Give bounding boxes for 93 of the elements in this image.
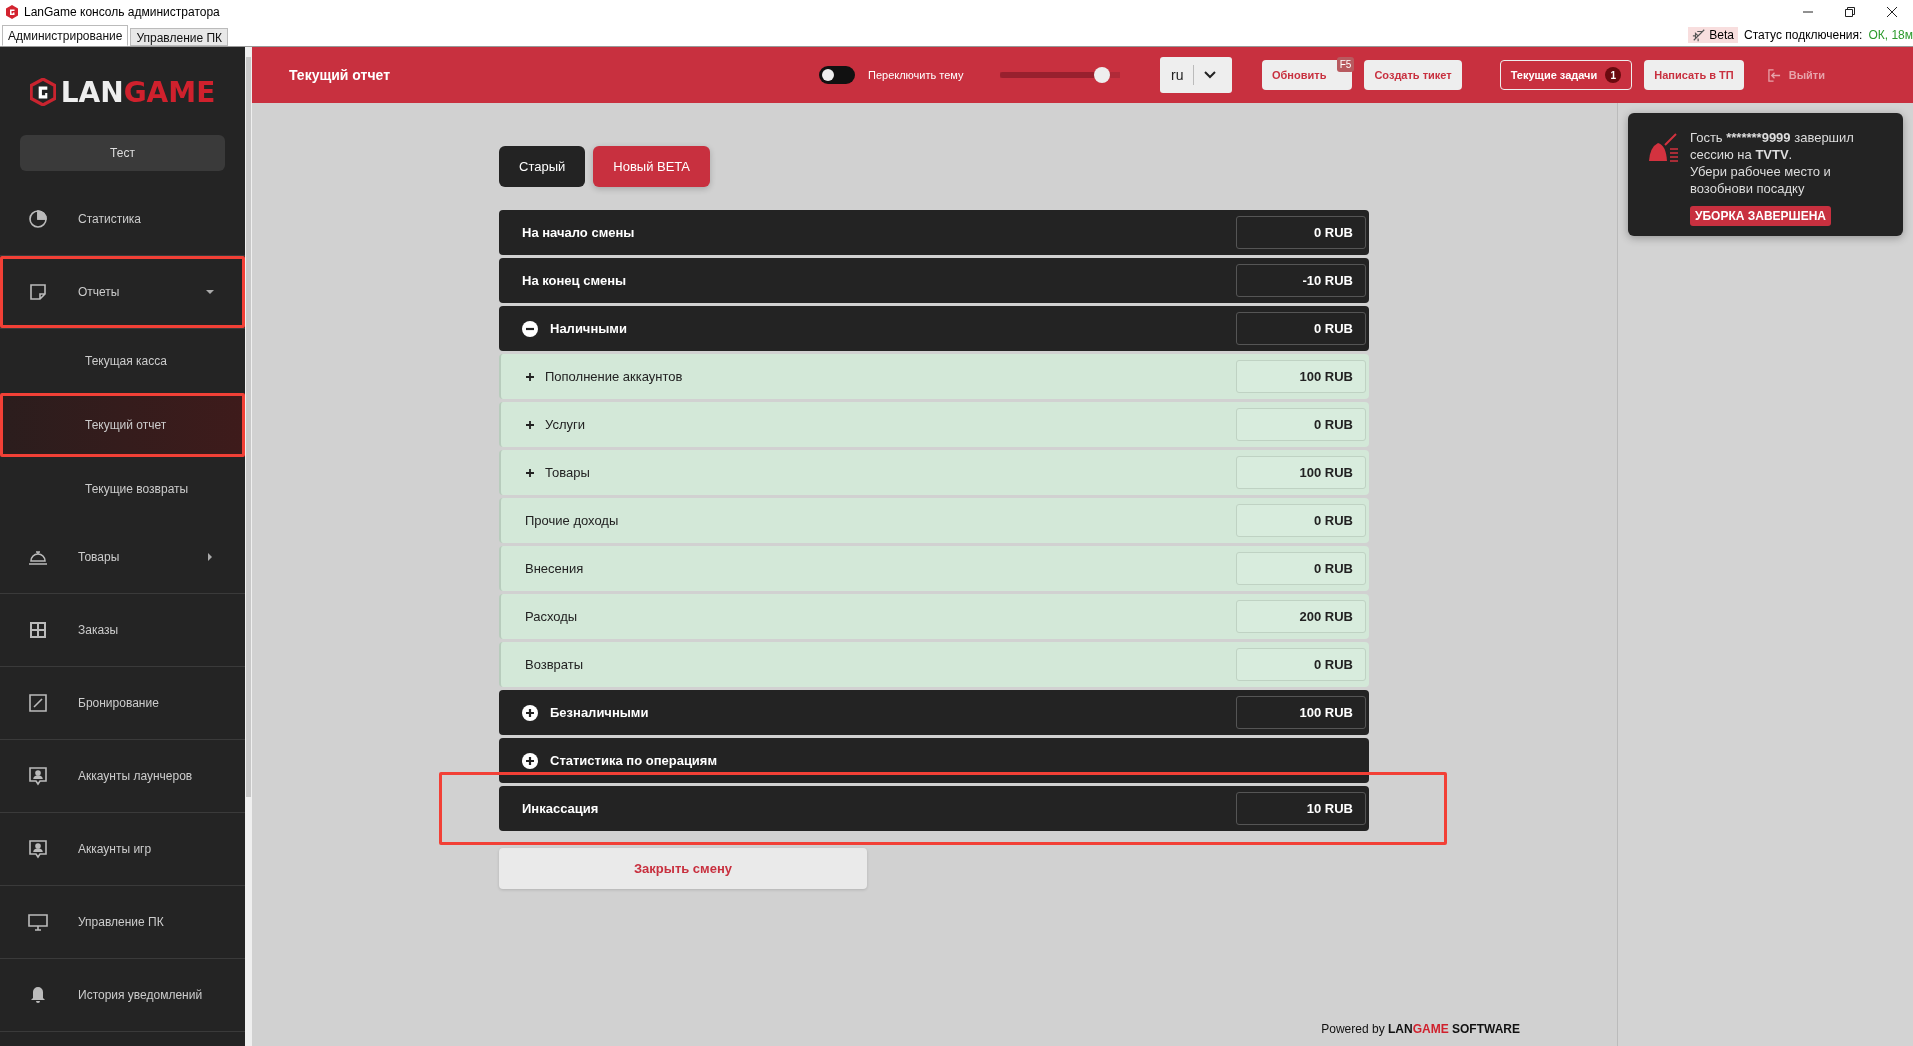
sidebar-label: Текущие возвраты: [85, 482, 189, 496]
note-icon: [28, 282, 48, 302]
header-button[interactable]: Обновить F5: [1262, 60, 1353, 90]
close-shift-button[interactable]: Закрыть смену: [499, 848, 867, 889]
scrollbar-thumb[interactable]: [246, 57, 251, 797]
app-tab[interactable]: Администрирование: [2, 25, 129, 46]
sidebar-label: История уведомлений: [78, 988, 203, 1002]
restore-icon[interactable]: [1845, 7, 1855, 17]
langame-logo: LANGAME: [0, 53, 245, 131]
row-label: Инкассация: [522, 801, 599, 816]
sidebar-label: Отчеты: [78, 285, 120, 299]
header-button[interactable]: Написать в ТП: [1644, 60, 1744, 90]
theme-toggle[interactable]: [819, 66, 855, 84]
row-label: На начало смены: [522, 225, 635, 240]
mode-tab[interactable]: Старый: [499, 146, 586, 187]
amount-field: 0 RUB: [1236, 408, 1366, 441]
person-icon: [28, 839, 48, 859]
amount-field: 10 RUB: [1236, 792, 1366, 825]
sidebar-subitem[interactable]: Текущая касса: [0, 329, 245, 393]
sidebar-label: Аккаунты лаунчеров: [78, 769, 193, 783]
sidebar-subitem[interactable]: Текущие возвраты: [0, 457, 245, 521]
sidebar-label: Управление ПК: [78, 915, 164, 929]
slider-thumb[interactable]: [1094, 67, 1110, 83]
row-label: Внесения: [525, 561, 584, 576]
plus-icon[interactable]: [525, 419, 535, 430]
mode-tab[interactable]: Новый BETA: [593, 146, 710, 187]
amount-field: 0 RUB: [1236, 552, 1366, 585]
powered-by-text: Powered by LANGAME SOFTWARE: [1321, 1022, 1520, 1036]
plus-icon[interactable]: [525, 467, 535, 478]
count-badge: 1: [1605, 67, 1622, 83]
cleanup-done-button[interactable]: УБОРКА ЗАВЕРШЕНА: [1690, 206, 1831, 226]
app-tab[interactable]: Управление ПК: [130, 28, 229, 46]
grid-icon: [28, 620, 48, 640]
status-label: Статус подключения:: [1744, 28, 1863, 42]
notification-text: Гость *******9999 завершил сессию на TVTV.: [1690, 129, 1855, 163]
amount-field: 100 RUB: [1236, 360, 1366, 393]
sidebar-label: Текущий отчет: [85, 418, 167, 432]
row-label: Расходы: [525, 609, 578, 624]
amount-field: -10 RUB: [1236, 264, 1366, 297]
sidebar-label: Заказы: [78, 623, 119, 637]
sidebar-label: Аккаунты игр: [78, 842, 152, 856]
window-title: LanGame консоль администратора: [24, 5, 220, 19]
amount-field: 0 RUB: [1236, 504, 1366, 537]
close-icon[interactable]: [1887, 7, 1897, 17]
page-title: Текущий отчет: [289, 67, 391, 83]
header-button[interactable]: Текущие задачи 1: [1499, 60, 1633, 90]
logout-icon: [1767, 68, 1781, 82]
row-label: Безналичными: [550, 705, 649, 720]
collapse-icon[interactable]: [522, 320, 538, 337]
row-label: Наличными: [550, 321, 627, 336]
shortcut-badge: F5: [1336, 57, 1355, 72]
notification-text: Убери рабочее место и возобнови посадку: [1690, 163, 1832, 197]
status-value: ОК, 18м: [1868, 28, 1913, 42]
row-label: Возвраты: [525, 657, 584, 672]
amount-field: 100 RUB: [1236, 456, 1366, 489]
app-logo-icon: [6, 5, 18, 19]
chevron-down-icon: [1204, 71, 1217, 79]
report-row[interactable]: Безналичными 100 RUB: [499, 690, 1369, 735]
language-select[interactable]: ru: [1160, 57, 1232, 93]
theme-toggle-label: Переключить тему: [868, 69, 965, 81]
row-label: Прочие доходы: [525, 513, 619, 528]
sidebar-subitem[interactable]: Текущий отчет: [0, 393, 245, 457]
header-button[interactable]: Создать тикет: [1364, 60, 1462, 90]
report-row[interactable]: Пополнение аккаунтов 100 RUB: [499, 354, 1369, 399]
sidebar-label: Бронирование: [78, 696, 159, 710]
beta-badge: Beta: [1688, 27, 1738, 43]
report-row[interactable]: Услуги 0 RUB: [499, 402, 1369, 447]
amount-field: 0 RUB: [1236, 312, 1366, 345]
amount-field: 0 RUB: [1236, 648, 1366, 681]
expand-icon[interactable]: [522, 752, 538, 769]
pie-icon: [28, 209, 48, 229]
plus-icon[interactable]: [525, 371, 535, 382]
row-label: На конец смены: [522, 273, 627, 288]
sidebar-label: Текущая касса: [85, 354, 167, 368]
report-row[interactable]: Товары 100 RUB: [499, 450, 1369, 495]
row-label: Товары: [545, 465, 590, 480]
expand-icon[interactable]: [522, 704, 538, 721]
monitor-icon: [28, 912, 48, 932]
amount-field: 100 RUB: [1236, 696, 1366, 729]
edit-icon: [28, 693, 48, 713]
sidebar-label: Товары: [78, 550, 120, 564]
amount-field: 200 RUB: [1236, 600, 1366, 633]
row-label: Пополнение аккаунтов: [545, 369, 683, 384]
row-label: Услуги: [545, 417, 585, 432]
profile-button[interactable]: Тест: [20, 135, 225, 171]
person-icon: [28, 766, 48, 786]
sidebar-item[interactable]: Отчеты: [0, 256, 245, 329]
amount-field: 0 RUB: [1236, 216, 1366, 249]
broom-icon: [1648, 133, 1680, 163]
report-row[interactable]: Статистика по операциям: [499, 738, 1369, 783]
sidebar-label: Статистика: [78, 212, 142, 226]
row-label: Статистика по операциям: [550, 753, 718, 768]
report-row[interactable]: Наличными 0 RUB: [499, 306, 1369, 351]
